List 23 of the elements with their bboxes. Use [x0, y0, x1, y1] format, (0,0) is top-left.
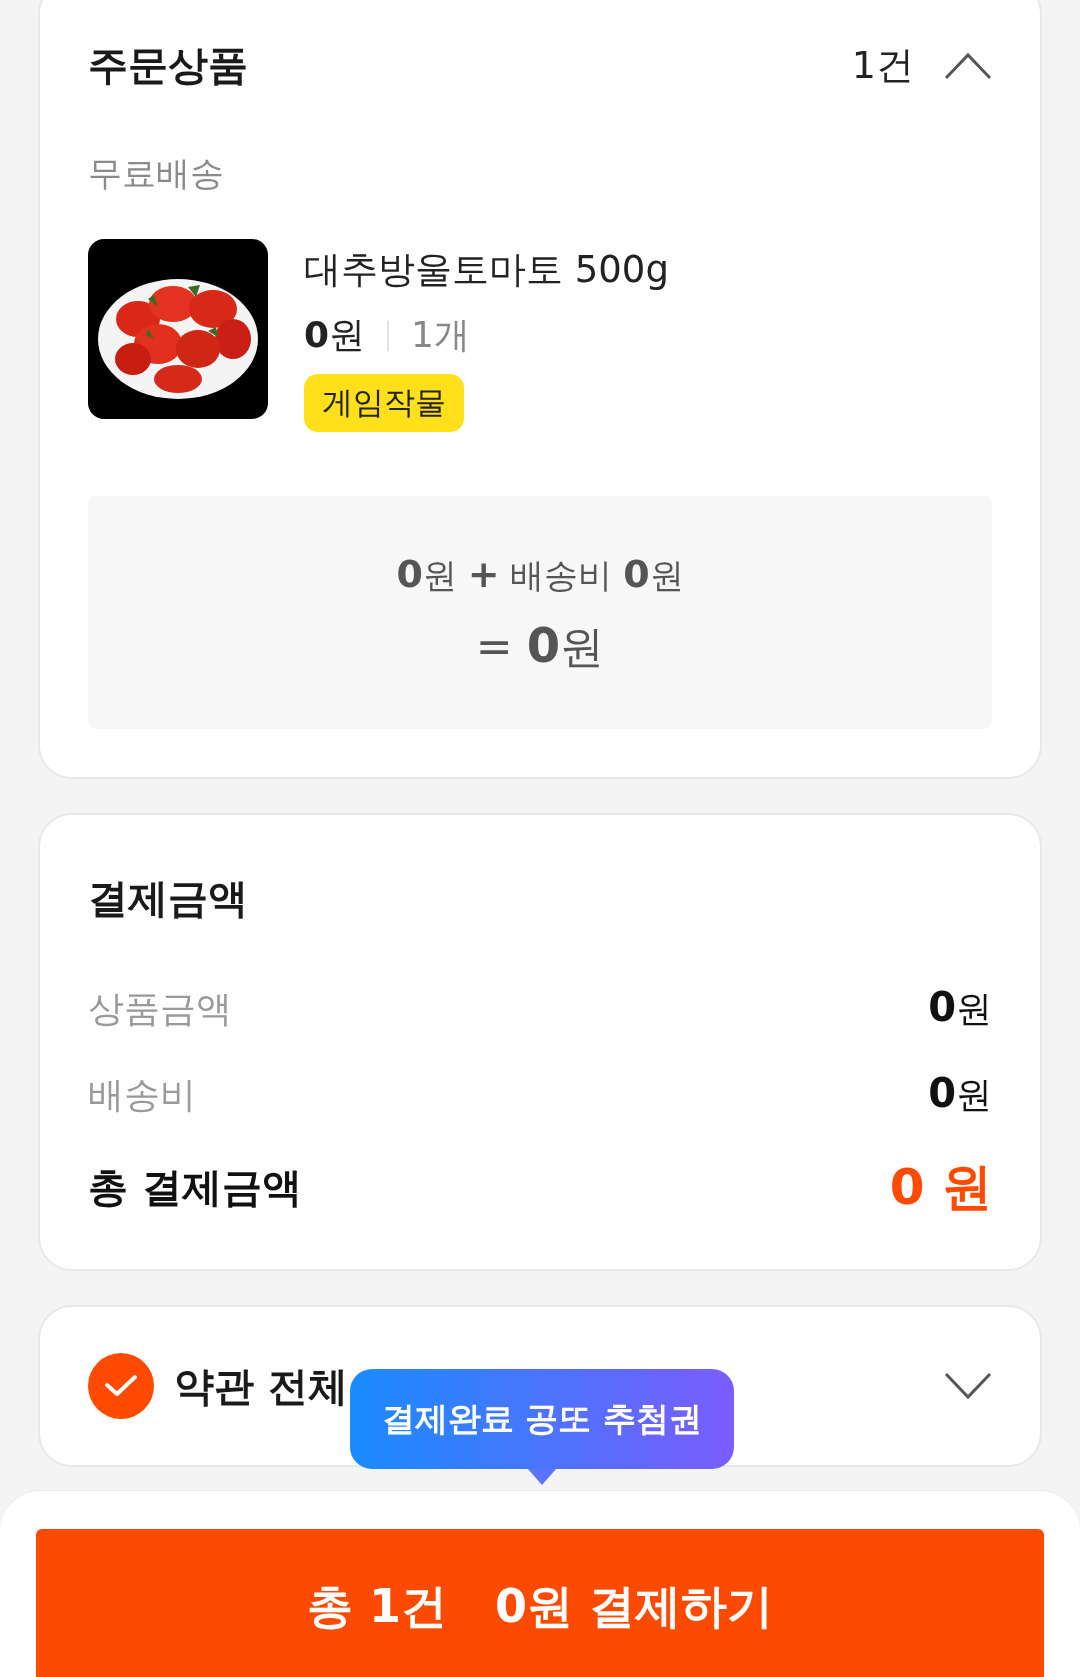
product-name: 대추방울토마토 500g [304, 247, 669, 293]
tooltip-pointer-icon [528, 1469, 556, 1485]
product-quantity: 1개 [411, 313, 470, 357]
chevron-up-icon[interactable] [944, 51, 992, 80]
amount-value: 0원 [928, 1070, 992, 1118]
product-price: 0원 [304, 313, 366, 357]
chevron-down-icon[interactable] [944, 1372, 992, 1400]
shipping-group: 무료배송 [88, 151, 992, 197]
product-tag: 게임작물 [304, 374, 464, 432]
amount-value: 0원 [928, 984, 992, 1032]
section-title: 주문상품 [88, 41, 248, 90]
total-label: 총 결제금액 [88, 1163, 302, 1212]
total-value: 0 원 [889, 1157, 992, 1218]
item-count: 1건 [851, 42, 914, 89]
summary-total: = 0원 [475, 617, 605, 675]
pay-button[interactable]: 총 1건 0원 결제하기 [36, 1529, 1044, 1677]
amount-label: 상품금액 [88, 986, 232, 1031]
check-icon [104, 1374, 138, 1398]
summary-line: 0원 + 배송비 0원 [396, 552, 684, 598]
promo-tooltip: 결제완료 공또 추첨권 [350, 1369, 734, 1469]
section-title: 결제금액 [88, 874, 249, 923]
amount-label: 배송비 [88, 1072, 196, 1117]
terms-label: 약관 전체 [174, 1361, 348, 1411]
